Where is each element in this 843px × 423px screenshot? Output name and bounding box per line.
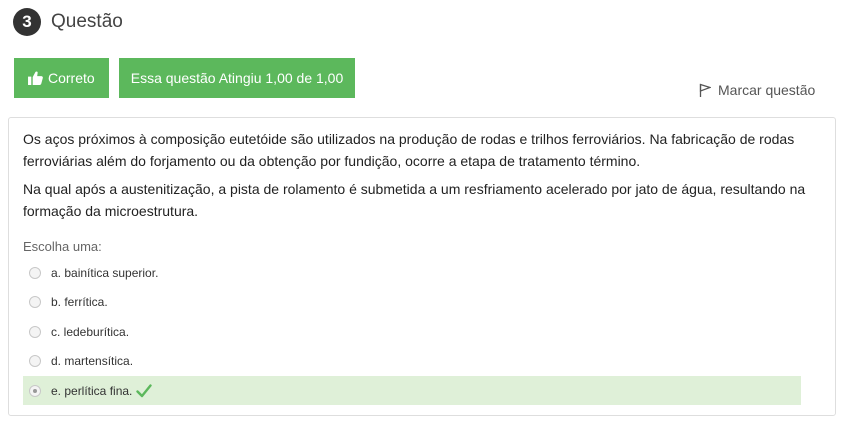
option-radio[interactable]	[29, 295, 41, 308]
option-c[interactable]: c. ledeburítica.	[23, 317, 801, 346]
option-d[interactable]: d. martensítica.	[23, 346, 801, 375]
question-paragraph-2: Na qual após a austenitização, a pista d…	[23, 181, 806, 219]
question-number-badge: 3	[13, 8, 41, 36]
grade-status-badge: Essa questão Atingiu 1,00 de 1,00	[119, 58, 355, 98]
option-b[interactable]: b. ferrítica.	[23, 287, 801, 316]
option-radio[interactable]	[29, 354, 41, 367]
correct-status-button: Correto	[14, 58, 109, 98]
flag-question-link[interactable]: Marcar questão	[699, 82, 815, 98]
question-header: 3 Questão	[13, 8, 123, 36]
option-label: d. martensítica.	[51, 353, 134, 368]
thumbs-up-icon	[28, 71, 43, 85]
grade-label: Essa questão Atingiu 1,00 de 1,00	[130, 70, 344, 86]
option-radio[interactable]	[29, 266, 41, 279]
checkmark-icon	[136, 383, 153, 397]
answer-prompt: Escolha uma:	[23, 239, 102, 254]
option-label: a. bainítica superior.	[51, 265, 159, 280]
option-radio-selected[interactable]	[29, 384, 41, 397]
flag-label: Marcar questão	[718, 82, 816, 98]
option-label: e. perlítica fina.	[51, 383, 133, 398]
question-text: Os aços próximos à composição eutetóide …	[23, 128, 813, 228]
question-paragraph-1: Os aços próximos à composição eutetóide …	[23, 131, 795, 169]
flag-icon	[699, 83, 711, 97]
option-radio[interactable]	[29, 325, 41, 338]
option-e[interactable]: e. perlítica fina.	[23, 376, 801, 405]
correct-label: Correto	[48, 70, 95, 86]
option-label: b. ferrítica.	[51, 294, 108, 309]
question-title: Questão	[51, 11, 123, 32]
question-card: Os aços próximos à composição eutetóide …	[8, 117, 836, 416]
option-label: c. ledeburítica.	[51, 324, 130, 339]
option-a[interactable]: a. bainítica superior.	[23, 258, 801, 287]
